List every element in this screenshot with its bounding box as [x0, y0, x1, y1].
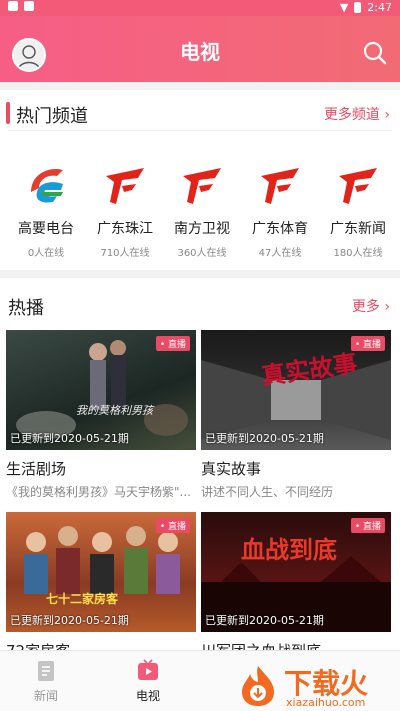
poster-title: 七十二家房客	[46, 592, 119, 606]
program-subtitle: 《我的莫格利男孩》马天宇杨紫"...	[6, 485, 191, 499]
program-subtitle: 讲述不同人生、不同经历	[201, 485, 334, 499]
program-thumbnail: 七十二家房客 • 直播 已更新到2020-05-21期	[6, 512, 196, 632]
program-title: 生活剧场	[6, 460, 67, 478]
program-card[interactable]: 我的莫格利男孩 • 直播 已更新到2020-05-21期 生活剧场 《我的莫格利…	[6, 330, 196, 500]
app-header: 电视	[0, 16, 400, 82]
program-thumbnail: 真实故事 • 直播 已更新到2020-05-21期	[201, 330, 391, 450]
channel-online-count: 47人在线	[258, 248, 302, 259]
channel-item-gaoyao[interactable]: 高要电台 0人在线	[6, 162, 86, 259]
channel-name: 广东体育	[252, 221, 308, 237]
update-text: 已更新到2020-05-21期	[205, 432, 324, 445]
status-bar: ▼ 2:47	[0, 0, 400, 16]
nav-item-tv[interactable]: 电视	[118, 659, 178, 704]
search-icon[interactable]	[362, 40, 388, 66]
nav-label: 电视	[135, 689, 160, 703]
more-hot-link[interactable]: 更多 ›	[352, 296, 390, 316]
live-badge: • 直播	[350, 336, 385, 351]
channel-item-nanfang[interactable]: 南方卫视 360人在线	[162, 162, 242, 259]
channel-name: 广东新闻	[330, 221, 386, 237]
more-channels-link[interactable]: 更多频道 ›	[324, 104, 390, 124]
channel-item-tiyu[interactable]: 广东体育 47人在线	[240, 162, 320, 259]
program-thumbnail: 血战到底 • 直播 已更新到2020-05-21期	[201, 512, 391, 632]
channel-name: 广东珠江	[97, 221, 153, 237]
gaoyao-logo-icon	[31, 168, 63, 203]
flame-logo-icon	[242, 666, 274, 706]
section-title: 热门频道	[16, 106, 88, 127]
gd-logo-icon	[106, 168, 144, 204]
channel-online-count: 710人在线	[100, 248, 150, 259]
section-title: 热播	[8, 298, 44, 319]
program-card[interactable]: 七十二家房客 • 直播 已更新到2020-05-21期 72家房客	[6, 512, 196, 652]
nav-item-news[interactable]: 新闻	[16, 659, 76, 704]
nav-label: 新闻	[33, 689, 58, 703]
status-time: 2:47	[367, 1, 392, 14]
channel-item-xinwen[interactable]: 广东新闻 180人在线	[318, 162, 398, 259]
gd-logo-icon	[183, 168, 221, 204]
app-icon	[24, 1, 34, 11]
gd-logo-icon	[261, 168, 299, 204]
live-badge: • 直播	[155, 336, 190, 351]
channel-item-zhujiang[interactable]: 广东珠江 710人在线	[85, 162, 165, 259]
battery-icon	[354, 2, 362, 13]
channel-online-count: 360人在线	[177, 248, 227, 259]
live-badge: • 直播	[155, 518, 190, 533]
update-text: 已更新到2020-05-21期	[10, 614, 129, 627]
section-accent	[6, 102, 10, 124]
channel-online-count: 180人在线	[333, 248, 383, 259]
live-badge: • 直播	[350, 518, 385, 533]
program-thumbnail: 我的莫格利男孩 • 直播 已更新到2020-05-21期	[6, 330, 196, 450]
program-title: 真实故事	[201, 460, 262, 478]
poster-title: 我的莫格利男孩	[76, 404, 153, 417]
update-text: 已更新到2020-05-21期	[205, 614, 324, 627]
channel-name: 南方卫视	[174, 221, 230, 237]
page-title: 电视	[180, 40, 220, 64]
program-card[interactable]: 真实故事 • 直播 已更新到2020-05-21期 真实故事 讲述不同人生、不同…	[201, 330, 391, 500]
notification-icon	[8, 1, 18, 11]
gd-logo-icon	[339, 168, 377, 204]
watermark-domain: xiazaihuo.com	[286, 696, 366, 709]
watermark: 下载火 xiazaihuo.com	[236, 660, 400, 710]
update-text: 已更新到2020-05-21期	[10, 432, 129, 445]
channel-name: 高要电台	[18, 221, 74, 237]
poster-title: 血战到底	[241, 536, 337, 564]
program-card[interactable]: 血战到底 • 直播 已更新到2020-05-21期 川军团之血战到底	[201, 512, 391, 652]
divider	[8, 130, 392, 131]
tv-icon	[138, 659, 158, 680]
wifi-icon: ▼	[339, 1, 349, 14]
news-icon	[38, 661, 54, 681]
channel-online-count: 0人在线	[27, 248, 65, 259]
